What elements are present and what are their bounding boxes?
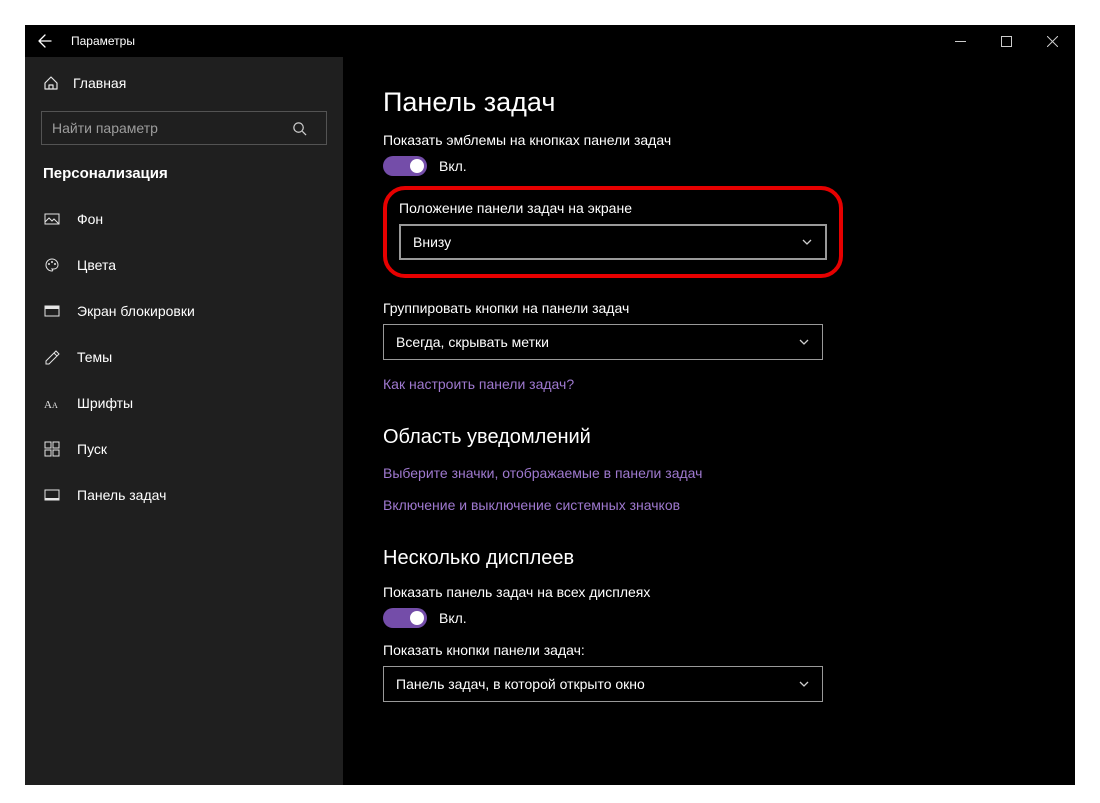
sidebar-item-label: Шрифты	[77, 395, 133, 411]
dropdown-buttons-on[interactable]: Панель задач, в которой открыто окно	[383, 666, 823, 702]
dropdown-taskbar-position[interactable]: Внизу	[399, 224, 827, 260]
image-icon	[43, 210, 61, 228]
search-input[interactable]	[42, 120, 292, 136]
section-multiple-displays-title: Несколько дисплеев	[383, 547, 1035, 570]
svg-text:A: A	[52, 401, 58, 410]
toggle-state: Вкл.	[439, 610, 467, 626]
sidebar-item-label: Темы	[77, 349, 112, 365]
fonts-icon: AA	[43, 394, 61, 412]
setting-buttons-on-label: Показать кнопки панели задач:	[383, 642, 1035, 658]
dropdown-value: Всегда, скрывать метки	[396, 334, 549, 350]
sidebar-item-home[interactable]: Главная	[25, 63, 343, 103]
minimize-icon	[955, 36, 966, 47]
setting-position-label: Положение панели задач на экране	[399, 200, 827, 216]
maximize-icon	[1001, 36, 1012, 47]
taskbar-icon	[43, 486, 61, 504]
sidebar-item-themes[interactable]: Темы	[25, 334, 343, 380]
sidebar-item-background[interactable]: Фон	[25, 196, 343, 242]
close-button[interactable]	[1029, 25, 1075, 57]
setting-badges-label: Показать эмблемы на кнопках панели задач	[383, 132, 1035, 148]
settings-window: Параметры Главная	[25, 25, 1075, 785]
svg-text:A: A	[44, 399, 52, 411]
palette-icon	[43, 256, 61, 274]
close-icon	[1047, 36, 1058, 47]
chevron-down-icon	[798, 678, 810, 690]
setting-showall-label: Показать панель задач на всех дисплеях	[383, 584, 1035, 600]
sidebar: Главная Персонализация Фон Цвета	[25, 57, 343, 785]
toggle-show-all-displays[interactable]: Вкл.	[383, 608, 1035, 628]
chevron-down-icon	[801, 236, 813, 248]
sidebar-item-label: Пуск	[77, 441, 107, 457]
setting-grouping-label: Группировать кнопки на панели задач	[383, 300, 1035, 316]
dropdown-grouping[interactable]: Всегда, скрывать метки	[383, 324, 823, 360]
dropdown-value: Внизу	[413, 234, 451, 250]
content: Панель задач Показать эмблемы на кнопках…	[343, 57, 1075, 785]
sidebar-item-fonts[interactable]: AA Шрифты	[25, 380, 343, 426]
toggle-icon	[383, 608, 427, 628]
page-title: Панель задач	[383, 87, 1035, 118]
minimize-button[interactable]	[937, 25, 983, 57]
link-customize-taskbar[interactable]: Как настроить панели задач?	[383, 376, 1035, 392]
start-icon	[43, 440, 61, 458]
link-system-icons[interactable]: Включение и выключение системных значков	[383, 497, 1035, 513]
sidebar-item-label: Экран блокировки	[77, 303, 195, 319]
search-wrap	[25, 103, 343, 155]
arrow-left-icon	[37, 33, 53, 49]
sidebar-item-label: Панель задач	[77, 487, 166, 503]
sidebar-item-colors[interactable]: Цвета	[25, 242, 343, 288]
sidebar-item-label: Фон	[77, 211, 103, 227]
toggle-badges[interactable]: Вкл.	[383, 156, 1035, 176]
search-icon	[292, 121, 326, 136]
sidebar-item-start[interactable]: Пуск	[25, 426, 343, 472]
toggle-state: Вкл.	[439, 158, 467, 174]
home-icon	[43, 75, 59, 91]
highlighted-position-setting: Положение панели задач на экране Внизу	[383, 186, 843, 278]
sidebar-item-lockscreen[interactable]: Экран блокировки	[25, 288, 343, 334]
body: Главная Персонализация Фон Цвета	[25, 57, 1075, 785]
search-box[interactable]	[41, 111, 327, 145]
toggle-icon	[383, 156, 427, 176]
sidebar-item-taskbar[interactable]: Панель задач	[25, 472, 343, 518]
window-controls	[937, 25, 1075, 57]
sidebar-category: Персонализация	[25, 155, 343, 196]
section-notification-area-title: Область уведомлений	[383, 426, 1035, 449]
sidebar-home-label: Главная	[73, 75, 126, 91]
sidebar-item-label: Цвета	[77, 257, 116, 273]
titlebar: Параметры	[25, 25, 1075, 57]
maximize-button[interactable]	[983, 25, 1029, 57]
themes-icon	[43, 348, 61, 366]
chevron-down-icon	[798, 336, 810, 348]
back-button[interactable]	[25, 25, 65, 57]
dropdown-value: Панель задач, в которой открыто окно	[396, 676, 645, 692]
window-title: Параметры	[71, 34, 135, 48]
lockscreen-icon	[43, 302, 61, 320]
link-select-icons[interactable]: Выберите значки, отображаемые в панели з…	[383, 465, 1035, 481]
